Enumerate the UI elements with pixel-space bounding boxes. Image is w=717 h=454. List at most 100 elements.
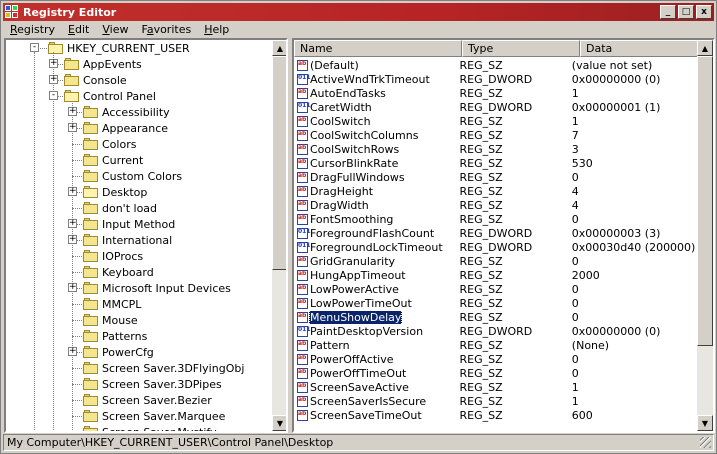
- list-row[interactable]: ab CoolSwitch REG_SZ 1: [294, 114, 699, 128]
- tree-item-console[interactable]: Console: [64, 72, 127, 88]
- list-row[interactable]: ab (Default) REG_SZ (value not set): [294, 58, 699, 72]
- column-header-type[interactable]: Type: [462, 40, 580, 57]
- value-data: 600: [571, 408, 593, 422]
- list-row[interactable]: ab LowPowerActive REG_SZ 0: [294, 282, 699, 296]
- tree-item-label: IOProcs: [102, 249, 144, 263]
- value-type: REG_SZ: [459, 86, 503, 100]
- value-data: 0x00000000 (0): [571, 324, 661, 338]
- list-row[interactable]: ab ScreenSaverIsSecure REG_SZ 1: [294, 394, 699, 408]
- menu-edit[interactable]: Edit: [61, 23, 95, 36]
- tree-item-mmcpl[interactable]: MMCPL: [83, 296, 141, 312]
- tree-item-patterns[interactable]: Patterns: [83, 328, 147, 344]
- minimize-button[interactable]: _: [660, 5, 676, 19]
- scroll-down-arrow-icon[interactable]: ▼: [272, 415, 286, 431]
- tree-item-hkey-current-user[interactable]: HKEY_CURRENT_USER: [48, 40, 190, 56]
- collapse-expander[interactable]: -: [49, 91, 58, 100]
- expand-expander[interactable]: +: [68, 187, 77, 196]
- scroll-up-arrow-icon[interactable]: ▲: [697, 40, 713, 56]
- list-row[interactable]: ab CursorBlinkRate REG_SZ 530: [294, 156, 699, 170]
- tree-item-label: MMCPL: [102, 297, 142, 311]
- list-row[interactable]: ab DragWidth REG_SZ 4: [294, 198, 699, 212]
- value-type: REG_SZ: [459, 212, 503, 226]
- collapse-expander[interactable]: -: [30, 43, 39, 52]
- list-row[interactable]: ab ScreenSaveActive REG_SZ 1: [294, 380, 699, 394]
- menu-help[interactable]: Help: [197, 23, 235, 36]
- tree-item-accessibility[interactable]: Accessibility: [83, 104, 170, 120]
- list-row[interactable]: ab LowPowerTimeOut REG_SZ 0: [294, 296, 699, 310]
- tree-item-don-t-load[interactable]: don't load: [83, 200, 157, 216]
- folder-open-icon: [48, 42, 64, 54]
- scroll-up-arrow-icon[interactable]: ▲: [272, 40, 286, 56]
- list-row[interactable]: ab CoolSwitchRows REG_SZ 3: [294, 142, 699, 156]
- close-button[interactable]: x: [696, 5, 712, 19]
- column-header-name[interactable]: Name: [294, 40, 462, 57]
- tree-item-colors[interactable]: Colors: [83, 136, 136, 152]
- list-row[interactable]: ab CoolSwitchColumns REG_SZ 7: [294, 128, 699, 142]
- resize-grip[interactable]: [700, 437, 711, 448]
- expand-expander[interactable]: +: [68, 347, 77, 356]
- list-row[interactable]: ab PowerOffTimeOut REG_SZ 0: [294, 366, 699, 380]
- expand-expander[interactable]: +: [68, 283, 77, 292]
- window-title: Registry Editor: [23, 5, 117, 19]
- value-list-pane[interactable]: Name Type Data ab (Default) REG_SZ (value not …: [292, 38, 715, 433]
- menu-registry[interactable]: Registry: [3, 23, 61, 36]
- title-bar[interactable]: Registry Editor _ □ x: [3, 3, 714, 21]
- list-row[interactable]: 011 ForegroundLockTimeout REG_DWORD 0x00030…: [294, 240, 699, 254]
- tree-item-keyboard[interactable]: Keyboard: [83, 264, 154, 280]
- list-row[interactable]: ab Pattern REG_SZ (None): [294, 338, 699, 352]
- list-row[interactable]: 011 ForegroundFlashCount REG_DWORD 0x000000…: [294, 226, 699, 240]
- folder-icon: [83, 282, 99, 294]
- scroll-thumb[interactable]: [272, 56, 286, 270]
- list-row[interactable]: ab PowerOffActive REG_SZ 0: [294, 352, 699, 366]
- tree-item-screen-saver-3dpipes[interactable]: Screen Saver.3DPipes: [83, 376, 222, 392]
- tree-item-powercfg[interactable]: PowerCfg: [83, 344, 154, 360]
- value-data: 0: [571, 310, 579, 324]
- tree-item-screen-saver-mystify[interactable]: Screen Saver.Mystify: [83, 424, 217, 431]
- tree-item-desktop[interactable]: Desktop: [83, 184, 147, 200]
- list-row[interactable]: 011 PaintDesktopVersion REG_DWORD 0x0000000…: [294, 324, 699, 338]
- tree-item-screen-saver-marquee[interactable]: Screen Saver.Marquee: [83, 408, 225, 424]
- folder-icon: [83, 234, 99, 246]
- list-row[interactable]: ab DragHeight REG_SZ 4: [294, 184, 699, 198]
- list-row[interactable]: ab GridGranularity REG_SZ 0: [294, 254, 699, 268]
- tree-item-current[interactable]: Current: [83, 152, 143, 168]
- string-value-icon: ab: [297, 255, 308, 267]
- maximize-button[interactable]: □: [678, 5, 694, 19]
- list-row[interactable]: 011 CaretWidth REG_DWORD 0x00000001 (1): [294, 100, 699, 114]
- list-row[interactable]: 011 ActiveWndTrkTimeout REG_DWORD 0x0000000…: [294, 72, 699, 86]
- list-row[interactable]: ab HungAppTimeout REG_SZ 2000: [294, 268, 699, 282]
- list-row[interactable]: ab MenuShowDelay REG_SZ 0: [294, 310, 699, 324]
- column-header-data[interactable]: Data: [580, 40, 713, 57]
- list-vertical-scrollbar[interactable]: ▲ ▼: [697, 40, 713, 431]
- tree-item-appevents[interactable]: AppEvents: [64, 56, 142, 72]
- value-type: REG_SZ: [459, 198, 503, 212]
- expand-expander[interactable]: +: [68, 219, 77, 228]
- tree-item-mouse[interactable]: Mouse: [83, 312, 138, 328]
- tree-vertical-scrollbar[interactable]: ▲ ▼: [272, 40, 286, 431]
- expand-expander[interactable]: +: [68, 123, 77, 132]
- tree-item-international[interactable]: International: [83, 232, 172, 248]
- expand-expander[interactable]: +: [68, 107, 77, 116]
- menu-favorites[interactable]: Favorites: [134, 23, 197, 36]
- tree-item-appearance[interactable]: Appearance: [83, 120, 168, 136]
- tree-item-input-method[interactable]: Input Method: [83, 216, 175, 232]
- tree-item-ioprocs[interactable]: IOProcs: [83, 248, 143, 264]
- tree-item-screen-saver-3dflyingobj[interactable]: Screen Saver.3DFlyingObj: [83, 360, 244, 376]
- scroll-down-arrow-icon[interactable]: ▼: [697, 415, 713, 431]
- tree-item-screen-saver-bezier[interactable]: Screen Saver.Bezier: [83, 392, 212, 408]
- menu-view[interactable]: View: [95, 23, 134, 36]
- list-row[interactable]: ab FontSmoothing REG_SZ 0: [294, 212, 699, 226]
- tree-item-control-panel[interactable]: Control Panel: [64, 88, 156, 104]
- key-tree-pane[interactable]: HKEY_CURRENT_USER - AppEvents + Console + Cont…: [4, 38, 288, 433]
- tree-item-custom-colors[interactable]: Custom Colors: [83, 168, 182, 184]
- expand-expander[interactable]: +: [49, 75, 58, 84]
- list-row[interactable]: ab DragFullWindows REG_SZ 0: [294, 170, 699, 184]
- tree-item-microsoft-input-devices[interactable]: Microsoft Input Devices: [83, 280, 231, 296]
- expand-expander[interactable]: +: [68, 235, 77, 244]
- scroll-thumb[interactable]: [697, 56, 713, 346]
- list-row[interactable]: ab AutoEndTasks REG_SZ 1: [294, 86, 699, 100]
- value-name: DragFullWindows: [310, 170, 405, 184]
- list-row[interactable]: ab ScreenSaveTimeOut REG_SZ 600: [294, 408, 699, 422]
- expand-expander[interactable]: +: [49, 59, 58, 68]
- folder-open-icon: [64, 90, 80, 102]
